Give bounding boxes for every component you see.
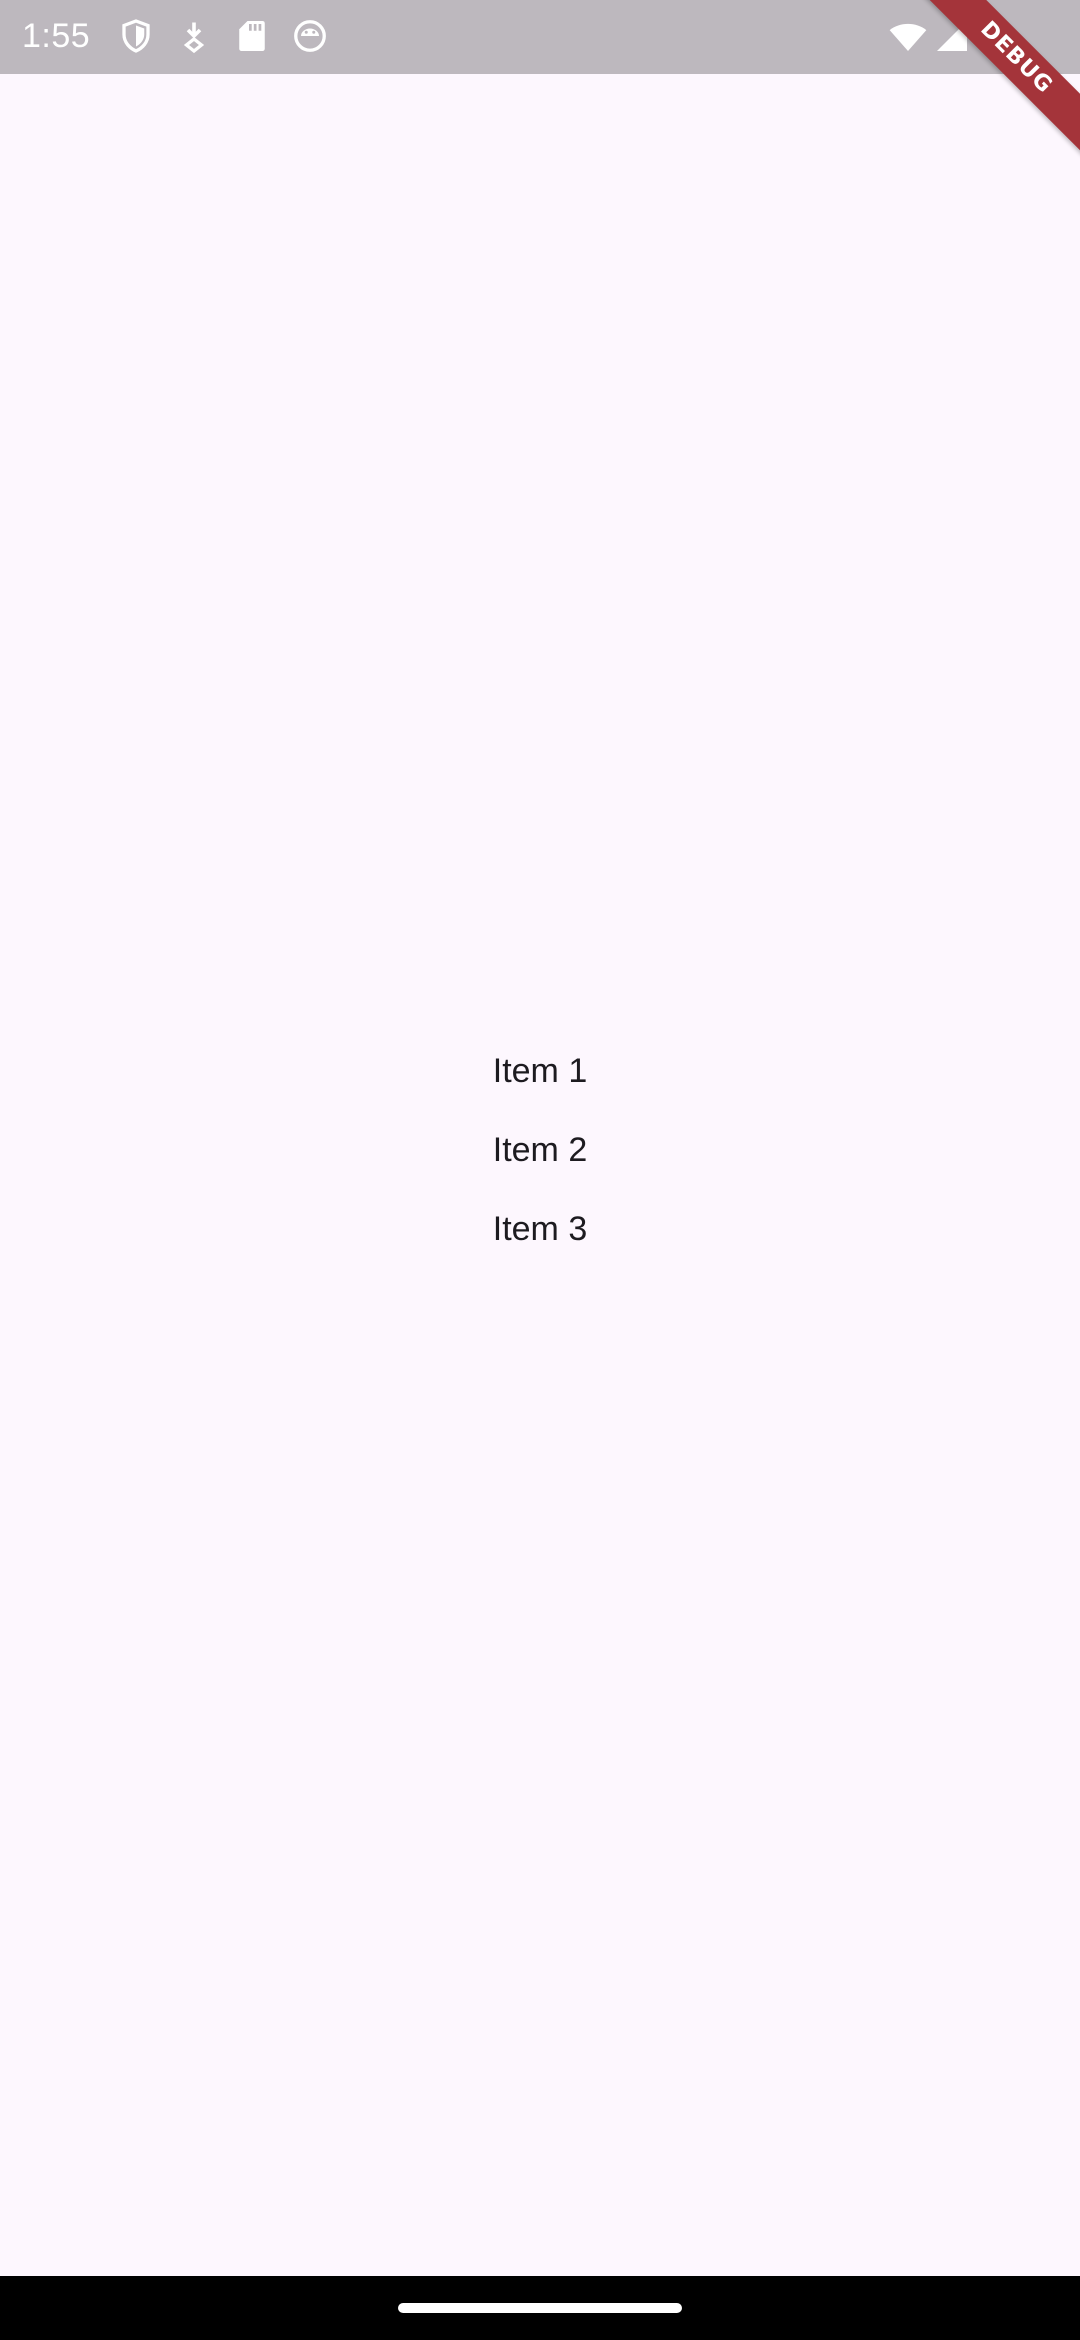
list-item: Item 2 <box>492 1131 588 1169</box>
home-gesture-handle[interactable] <box>398 2303 682 2313</box>
list-item: Item 3 <box>492 1210 588 1248</box>
navigation-bar <box>0 2276 1080 2340</box>
list-item: Item 1 <box>492 1052 588 1090</box>
status-time: 1:55 <box>22 17 91 55</box>
shield-icon <box>118 18 154 54</box>
robot-icon <box>292 18 328 54</box>
signal-icon <box>934 18 970 54</box>
sd-card-icon <box>234 18 270 54</box>
status-bar: 1:55 <box>0 0 1080 74</box>
item-list: Item 1 Item 2 Item 3 <box>0 1032 1080 1269</box>
battery-icon <box>978 16 1014 56</box>
download-icon <box>176 18 212 54</box>
wifi-icon <box>888 16 928 56</box>
